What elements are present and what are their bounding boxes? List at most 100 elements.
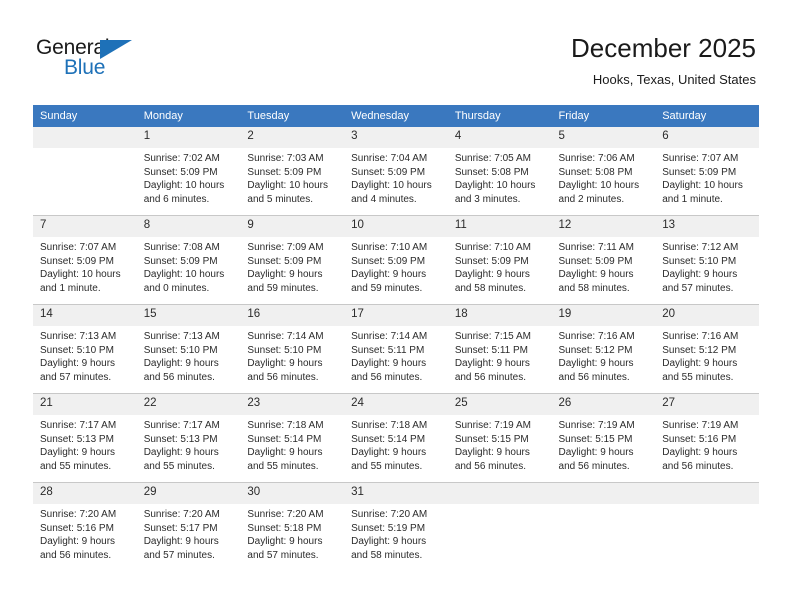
day-cell-content: 11 Sunrise: 7:10 AM Sunset: 5:09 PM Dayligh… bbox=[447, 216, 552, 304]
daylight-text-line1: Daylight: 9 hours bbox=[454, 358, 530, 370]
calendar-day-cell[interactable]: 3 Sunrise: 7:04 AM Sunset: 5:09 PM Daylight… bbox=[344, 127, 448, 216]
day-number: 13 bbox=[655, 216, 759, 237]
daylight-text-line2: and 59 minutes. bbox=[351, 282, 423, 294]
daylight-text-line1: Daylight: 9 hours bbox=[143, 536, 219, 548]
calendar-day-cell[interactable]: 8 Sunrise: 7:08 AM Sunset: 5:09 PM Daylight… bbox=[136, 215, 241, 305]
calendar-day-cell[interactable] bbox=[655, 482, 759, 571]
calendar-day-cell[interactable]: 30 Sunrise: 7:20 AM Sunset: 5:18 PM Dayligh… bbox=[240, 482, 345, 571]
sunrise-text: Sunrise: 7:17 AM bbox=[40, 420, 117, 431]
daylight-text-line1: Daylight: 9 hours bbox=[247, 536, 323, 548]
calendar-day-cell[interactable]: 16 Sunrise: 7:14 AM Sunset: 5:10 PM Dayligh… bbox=[240, 304, 345, 394]
daylight-text-line2: and 55 minutes. bbox=[351, 460, 423, 472]
day-details: Sunrise: 7:12 AM Sunset: 5:10 PM Daylight:… bbox=[655, 237, 759, 295]
calendar-day-cell[interactable]: 13 Sunrise: 7:12 AM Sunset: 5:10 PM Dayligh… bbox=[655, 215, 759, 305]
sunrise-text: Sunrise: 7:20 AM bbox=[247, 509, 324, 520]
calendar-day-cell[interactable]: 14 Sunrise: 7:13 AM Sunset: 5:10 PM Dayligh… bbox=[33, 304, 137, 394]
day-details: Sunrise: 7:16 AM Sunset: 5:12 PM Daylight:… bbox=[552, 326, 656, 384]
day-number: 14 bbox=[33, 305, 137, 326]
sunset-text: Sunset: 5:10 PM bbox=[143, 344, 218, 356]
weekday-header-monday: Monday bbox=[136, 105, 241, 127]
daylight-text-line1: Daylight: 9 hours bbox=[558, 269, 634, 281]
calendar-day-cell[interactable]: 15 Sunrise: 7:13 AM Sunset: 5:10 PM Dayligh… bbox=[136, 304, 241, 394]
sunrise-text: Sunrise: 7:19 AM bbox=[662, 420, 739, 431]
sunset-text: Sunset: 5:08 PM bbox=[454, 166, 529, 178]
day-details: Sunrise: 7:16 AM Sunset: 5:12 PM Daylight:… bbox=[655, 326, 759, 384]
calendar-day-cell[interactable] bbox=[447, 482, 552, 571]
calendar-day-cell[interactable]: 23 Sunrise: 7:18 AM Sunset: 5:14 PM Dayligh… bbox=[240, 393, 345, 483]
daylight-text-line2: and 55 minutes. bbox=[40, 460, 112, 472]
calendar-day-cell[interactable]: 10 Sunrise: 7:10 AM Sunset: 5:09 PM Dayligh… bbox=[344, 215, 448, 305]
calendar-day-cell[interactable]: 9 Sunrise: 7:09 AM Sunset: 5:09 PM Daylight… bbox=[240, 215, 345, 305]
general-blue-logo[interactable]: General Blue bbox=[36, 36, 156, 84]
calendar-day-cell[interactable]: 26 Sunrise: 7:19 AM Sunset: 5:15 PM Dayligh… bbox=[551, 393, 656, 483]
sunrise-text: Sunrise: 7:05 AM bbox=[454, 153, 531, 164]
sunrise-text: Sunrise: 7:12 AM bbox=[662, 242, 739, 253]
sunset-text: Sunset: 5:14 PM bbox=[351, 433, 426, 445]
calendar-day-cell[interactable] bbox=[551, 482, 656, 571]
calendar-day-cell[interactable]: 12 Sunrise: 7:11 AM Sunset: 5:09 PM Dayligh… bbox=[551, 215, 656, 305]
sunrise-text: Sunrise: 7:10 AM bbox=[351, 242, 428, 253]
calendar-day-cell[interactable]: 5 Sunrise: 7:06 AM Sunset: 5:08 PM Daylight… bbox=[551, 127, 656, 216]
calendar-day-cell[interactable]: 1 Sunrise: 7:02 AM Sunset: 5:09 PM Daylight… bbox=[136, 127, 241, 216]
calendar-day-cell[interactable]: 17 Sunrise: 7:14 AM Sunset: 5:11 PM Dayligh… bbox=[344, 304, 448, 394]
calendar-day-cell[interactable]: 4 Sunrise: 7:05 AM Sunset: 5:08 PM Daylight… bbox=[447, 127, 552, 216]
calendar-week-row: 1 Sunrise: 7:02 AM Sunset: 5:09 PM Daylight… bbox=[33, 127, 759, 216]
calendar-day-cell[interactable]: 7 Sunrise: 7:07 AM Sunset: 5:09 PM Daylight… bbox=[33, 215, 137, 305]
sunrise-text: Sunrise: 7:20 AM bbox=[143, 509, 220, 520]
day-details: Sunrise: 7:19 AM Sunset: 5:15 PM Daylight:… bbox=[552, 415, 656, 473]
day-number: 18 bbox=[447, 305, 552, 326]
sunrise-text: Sunrise: 7:20 AM bbox=[40, 509, 117, 520]
calendar-day-cell[interactable]: 18 Sunrise: 7:15 AM Sunset: 5:11 PM Dayligh… bbox=[447, 304, 552, 394]
day-number: 8 bbox=[136, 216, 241, 237]
daylight-text-line2: and 56 minutes. bbox=[558, 460, 630, 472]
daylight-text-line2: and 56 minutes. bbox=[40, 549, 112, 561]
day-cell-content: 21 Sunrise: 7:17 AM Sunset: 5:13 PM Dayligh… bbox=[33, 394, 137, 482]
daylight-text-line2: and 58 minutes. bbox=[351, 549, 423, 561]
calendar-day-cell[interactable]: 19 Sunrise: 7:16 AM Sunset: 5:12 PM Dayligh… bbox=[551, 304, 656, 394]
sunset-text: Sunset: 5:09 PM bbox=[662, 166, 737, 178]
sunset-text: Sunset: 5:09 PM bbox=[247, 166, 322, 178]
sunrise-text: Sunrise: 7:18 AM bbox=[247, 420, 324, 431]
day-details: Sunrise: 7:18 AM Sunset: 5:14 PM Daylight:… bbox=[344, 415, 448, 473]
calendar-day-cell[interactable]: 31 Sunrise: 7:20 AM Sunset: 5:19 PM Dayligh… bbox=[344, 482, 448, 571]
calendar-day-cell[interactable]: 27 Sunrise: 7:19 AM Sunset: 5:16 PM Dayligh… bbox=[655, 393, 759, 483]
day-cell-content bbox=[33, 127, 137, 215]
calendar-day-cell[interactable]: 6 Sunrise: 7:07 AM Sunset: 5:09 PM Daylight… bbox=[655, 127, 759, 216]
calendar-day-cell[interactable]: 11 Sunrise: 7:10 AM Sunset: 5:09 PM Dayligh… bbox=[447, 215, 552, 305]
calendar-day-cell[interactable]: 25 Sunrise: 7:19 AM Sunset: 5:15 PM Dayligh… bbox=[447, 393, 552, 483]
sunrise-text: Sunrise: 7:18 AM bbox=[351, 420, 428, 431]
calendar-day-cell[interactable]: 29 Sunrise: 7:20 AM Sunset: 5:17 PM Dayligh… bbox=[136, 482, 241, 571]
daylight-text-line2: and 5 minutes. bbox=[247, 193, 314, 205]
calendar-day-cell[interactable]: 2 Sunrise: 7:03 AM Sunset: 5:09 PM Daylight… bbox=[240, 127, 345, 216]
daylight-text-line1: Daylight: 9 hours bbox=[351, 269, 427, 281]
day-cell-content: 25 Sunrise: 7:19 AM Sunset: 5:15 PM Dayligh… bbox=[447, 394, 552, 482]
day-number: 26 bbox=[551, 394, 656, 415]
calendar-day-cell[interactable] bbox=[33, 127, 137, 216]
sunset-text: Sunset: 5:10 PM bbox=[247, 344, 322, 356]
daylight-text-line2: and 56 minutes. bbox=[351, 371, 423, 383]
calendar-day-cell[interactable]: 28 Sunrise: 7:20 AM Sunset: 5:16 PM Dayligh… bbox=[33, 482, 137, 571]
day-cell-content: 30 Sunrise: 7:20 AM Sunset: 5:18 PM Dayligh… bbox=[240, 483, 345, 571]
daylight-text-line2: and 57 minutes. bbox=[662, 282, 734, 294]
calendar-week-row: 7 Sunrise: 7:07 AM Sunset: 5:09 PM Daylight… bbox=[33, 215, 759, 305]
day-cell-content: 31 Sunrise: 7:20 AM Sunset: 5:19 PM Dayligh… bbox=[344, 483, 448, 571]
calendar-day-cell[interactable]: 21 Sunrise: 7:17 AM Sunset: 5:13 PM Dayligh… bbox=[33, 393, 137, 483]
day-details: Sunrise: 7:10 AM Sunset: 5:09 PM Daylight:… bbox=[448, 237, 552, 295]
sunset-text: Sunset: 5:08 PM bbox=[558, 166, 633, 178]
calendar-day-cell[interactable]: 22 Sunrise: 7:17 AM Sunset: 5:13 PM Dayligh… bbox=[136, 393, 241, 483]
sunset-text: Sunset: 5:14 PM bbox=[247, 433, 322, 445]
daylight-text-line1: Daylight: 9 hours bbox=[662, 447, 738, 459]
day-details: Sunrise: 7:20 AM Sunset: 5:18 PM Daylight:… bbox=[240, 504, 344, 562]
sunrise-text: Sunrise: 7:07 AM bbox=[662, 153, 739, 164]
calendar-day-cell[interactable]: 24 Sunrise: 7:18 AM Sunset: 5:14 PM Dayligh… bbox=[344, 393, 448, 483]
daylight-text-line1: Daylight: 10 hours bbox=[40, 269, 121, 281]
day-cell-content: 15 Sunrise: 7:13 AM Sunset: 5:10 PM Dayligh… bbox=[136, 305, 241, 393]
sunrise-text: Sunrise: 7:04 AM bbox=[351, 153, 428, 164]
day-number: 31 bbox=[344, 483, 448, 504]
daylight-text-line1: Daylight: 10 hours bbox=[558, 180, 640, 192]
calendar-day-cell[interactable]: 20 Sunrise: 7:16 AM Sunset: 5:12 PM Dayligh… bbox=[655, 304, 759, 394]
daylight-text-line1: Daylight: 9 hours bbox=[40, 447, 116, 459]
day-number: 16 bbox=[240, 305, 345, 326]
daylight-text-line2: and 6 minutes. bbox=[143, 193, 210, 205]
daylight-text-line1: Daylight: 9 hours bbox=[247, 358, 323, 370]
